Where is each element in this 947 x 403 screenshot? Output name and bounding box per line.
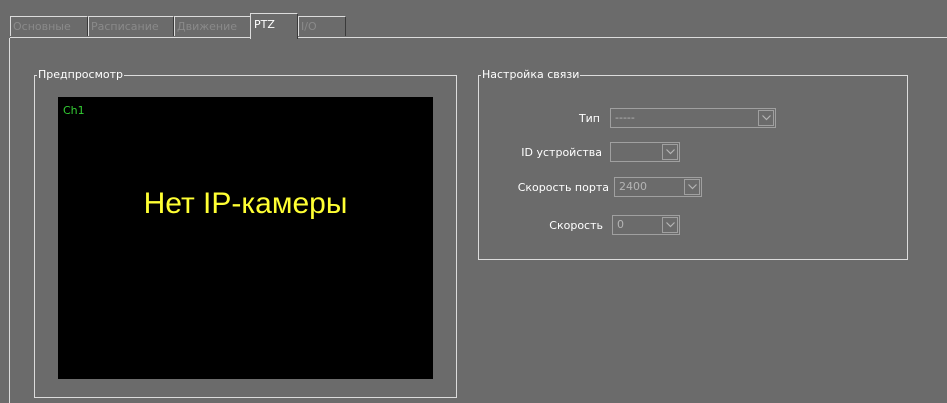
tab-motion-label: Движение	[177, 20, 238, 33]
tab-schedule[interactable]: Расписание	[88, 16, 174, 36]
speed-select-value: 0	[617, 218, 624, 231]
chevron-down-icon	[666, 222, 675, 228]
port-speed-dropdown-button[interactable]	[684, 179, 700, 195]
no-camera-message: Нет IP-камеры	[143, 187, 348, 220]
port-speed-select-value: 2400	[619, 180, 647, 193]
connection-settings-title: Настройка связи	[481, 68, 581, 82]
preview-group-title: Предпросмотр	[37, 68, 124, 82]
chevron-down-icon	[666, 149, 675, 155]
chevron-down-icon	[762, 115, 771, 121]
port-speed-label: Скорость порта	[517, 181, 609, 194]
channel-label: Ch1	[63, 104, 85, 117]
type-dropdown-button[interactable]	[758, 110, 774, 126]
type-select-value: -----	[615, 111, 635, 124]
tab-io[interactable]: I/O	[298, 16, 346, 36]
type-label: Тип	[578, 112, 600, 125]
ptz-settings-panel: Основные Расписание Движение PTZ I/O Пре…	[0, 0, 947, 403]
video-preview[interactable]: Ch1 Нет IP-камеры	[58, 97, 433, 379]
device-id-label: ID устройства	[521, 146, 602, 159]
panel-left-border	[9, 38, 10, 403]
speed-dropdown-button[interactable]	[662, 217, 678, 233]
tab-ptz[interactable]: PTZ	[250, 13, 298, 39]
tab-general-label: Основные	[13, 20, 71, 33]
type-select[interactable]: -----	[610, 108, 776, 128]
speed-label: Скорость	[549, 219, 603, 232]
port-speed-select[interactable]: 2400	[614, 177, 702, 197]
tab-baseline	[10, 37, 947, 38]
device-id-dropdown-button[interactable]	[662, 144, 678, 160]
tab-ptz-label: PTZ	[254, 18, 275, 31]
device-id-select[interactable]	[610, 142, 680, 162]
tab-general[interactable]: Основные	[10, 16, 88, 36]
chevron-down-icon	[688, 184, 697, 190]
tab-motion[interactable]: Движение	[174, 16, 252, 36]
tab-io-label: I/O	[301, 20, 317, 33]
tab-schedule-label: Расписание	[91, 20, 159, 33]
speed-select[interactable]: 0	[612, 215, 680, 235]
